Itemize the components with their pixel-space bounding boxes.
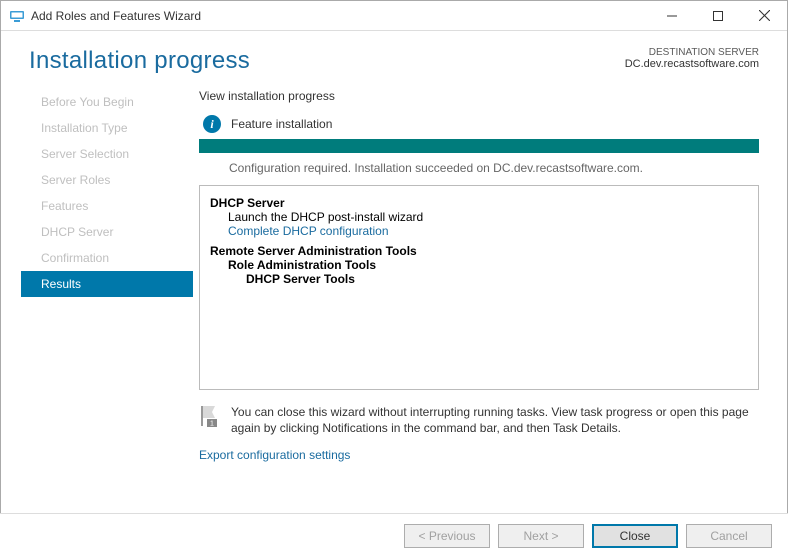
close-button[interactable]: Close <box>592 524 678 548</box>
server-manager-icon <box>9 8 25 24</box>
destination-box: DESTINATION SERVER DC.dev.recastsoftware… <box>625 47 759 70</box>
nav-server-selection: Server Selection <box>21 141 193 167</box>
note-text: You can close this wizard without interr… <box>231 404 759 436</box>
nav-dhcp-server: DHCP Server <box>21 219 193 245</box>
destination-label: DESTINATION SERVER <box>625 47 759 58</box>
minimize-button[interactable] <box>649 1 695 31</box>
result-dhcp-tools: DHCP Server Tools <box>210 272 748 286</box>
window-controls <box>649 1 787 31</box>
nav-server-roles: Server Roles <box>21 167 193 193</box>
progress-bar <box>199 139 759 153</box>
window-title: Add Roles and Features Wizard <box>31 9 649 23</box>
info-text: Feature installation <box>231 117 332 131</box>
header: Installation progress DESTINATION SERVER… <box>1 31 787 75</box>
footer: < Previous Next > Close Cancel <box>0 513 788 558</box>
nav-features: Features <box>21 193 193 219</box>
result-launch-wizard: Launch the DHCP post-install wizard <box>210 210 748 224</box>
nav-installation-type: Installation Type <box>21 115 193 141</box>
close-window-button[interactable] <box>741 1 787 31</box>
main-heading: View installation progress <box>199 89 759 103</box>
page-title: Installation progress <box>29 47 250 75</box>
wizard-nav: Before You Begin Installation Type Serve… <box>1 89 193 462</box>
results-box: DHCP Server Launch the DHCP post-install… <box>199 185 759 390</box>
flag-badge: 1 <box>210 421 214 428</box>
info-icon: i <box>203 115 221 133</box>
result-dhcp-server: DHCP Server <box>210 196 748 210</box>
destination-server: DC.dev.recastsoftware.com <box>625 58 759 70</box>
status-text: Configuration required. Installation suc… <box>199 161 759 175</box>
note-row: 1 You can close this wizard without inte… <box>199 404 759 436</box>
next-button: Next > <box>498 524 584 548</box>
previous-button: < Previous <box>404 524 490 548</box>
result-rsat: Remote Server Administration Tools <box>210 244 748 258</box>
export-config-link[interactable]: Export configuration settings <box>199 448 350 462</box>
maximize-button[interactable] <box>695 1 741 31</box>
progress-fill <box>199 139 759 153</box>
complete-dhcp-link[interactable]: Complete DHCP configuration <box>210 224 748 238</box>
result-role-admin: Role Administration Tools <box>210 258 748 272</box>
cancel-button: Cancel <box>686 524 772 548</box>
info-row: i Feature installation <box>203 115 759 133</box>
titlebar: Add Roles and Features Wizard <box>1 1 787 31</box>
main-content: View installation progress i Feature ins… <box>193 89 787 462</box>
nav-results: Results <box>21 271 193 297</box>
nav-confirmation: Confirmation <box>21 245 193 271</box>
flag-icon: 1 <box>199 404 221 428</box>
nav-before-you-begin: Before You Begin <box>21 89 193 115</box>
